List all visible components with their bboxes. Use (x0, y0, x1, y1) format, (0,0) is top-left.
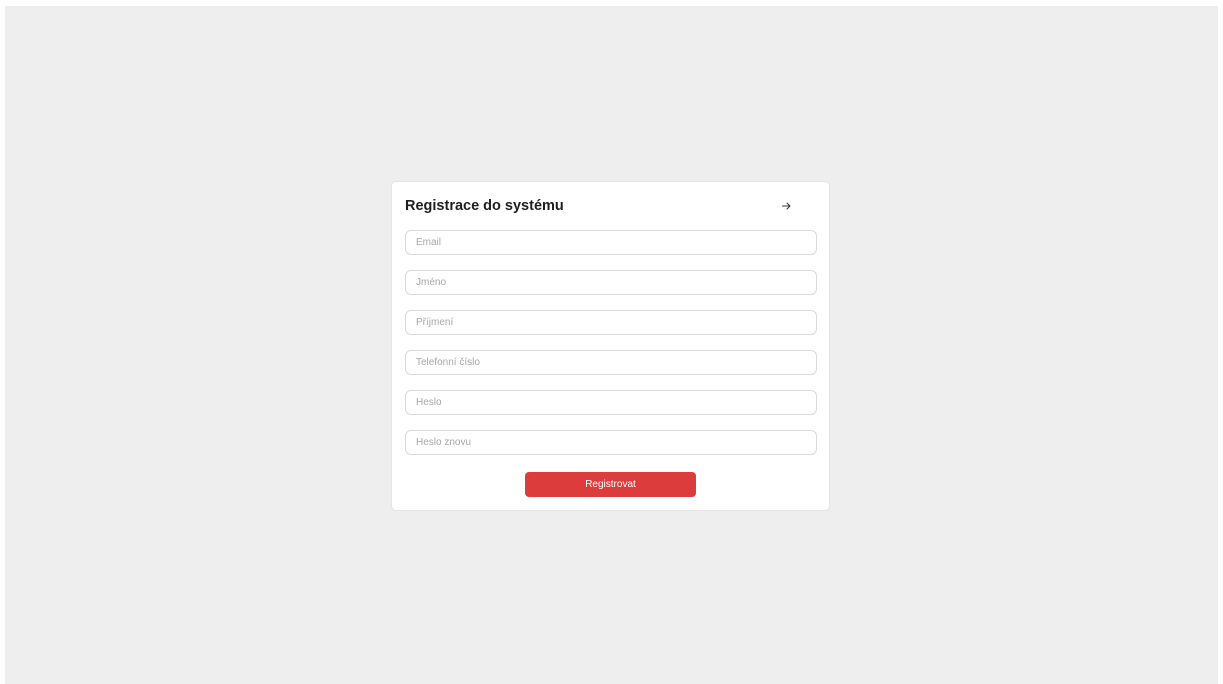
phone-field[interactable] (405, 350, 817, 375)
registration-fields (405, 230, 817, 470)
page-title: Registrace do systému (405, 198, 564, 214)
registration-card: Registrace do systému Registrovat (391, 181, 830, 511)
arrow-right-icon[interactable] (780, 200, 792, 212)
last-name-field[interactable] (405, 310, 817, 335)
email-field[interactable] (405, 230, 817, 255)
first-name-field[interactable] (405, 270, 817, 295)
password-confirm-field[interactable] (405, 430, 817, 455)
arrow-right-icon-glyph (781, 202, 790, 210)
register-button[interactable]: Registrovat (525, 472, 696, 497)
password-field[interactable] (405, 390, 817, 415)
